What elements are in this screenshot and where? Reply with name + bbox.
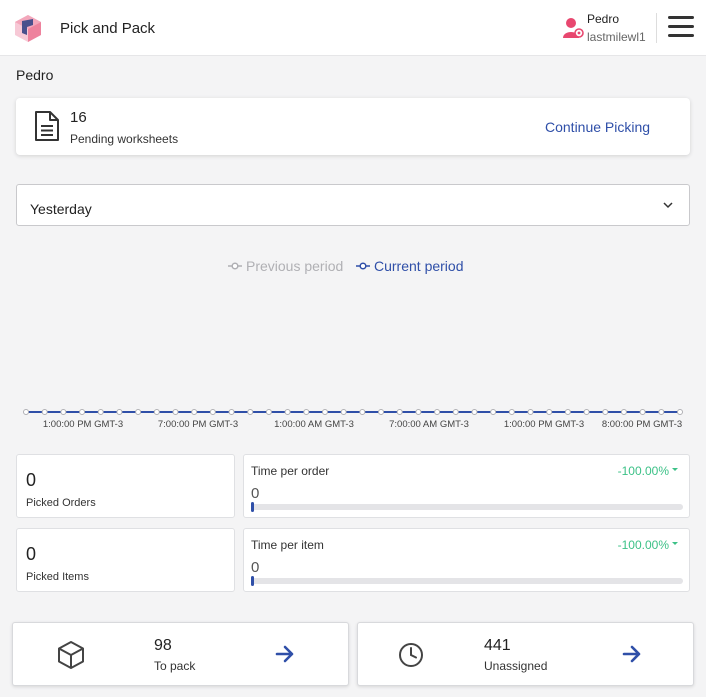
x-tick-label: 1:00:00 AM GMT-3 <box>274 419 354 430</box>
data-point[interactable] <box>583 409 590 415</box>
period-select[interactable]: Yesterday <box>16 184 690 226</box>
data-point[interactable] <box>620 409 627 415</box>
data-point[interactable] <box>677 409 683 415</box>
document-icon <box>35 111 59 141</box>
hamburger-menu-icon[interactable] <box>668 16 694 38</box>
data-point[interactable] <box>209 409 216 415</box>
data-point[interactable] <box>602 409 609 415</box>
data-point[interactable] <box>359 409 366 415</box>
picked-items-label: Picked Items <box>26 571 89 583</box>
user-subtitle: lastmilewl1 <box>587 30 646 44</box>
data-point[interactable] <box>60 409 67 415</box>
time-per-order-value: 0 <box>251 485 260 502</box>
time-per-item-title: Time per item <box>251 538 324 552</box>
legend-previous-period[interactable]: Previous period <box>228 258 343 274</box>
data-point[interactable] <box>41 409 48 415</box>
data-point[interactable] <box>79 409 86 415</box>
data-point[interactable] <box>116 409 123 415</box>
legend-current-marker-icon <box>356 262 370 270</box>
data-point[interactable] <box>247 409 254 415</box>
unassigned-value: 441 <box>484 637 511 654</box>
data-point[interactable] <box>23 409 29 415</box>
header-divider <box>656 13 657 43</box>
data-point[interactable] <box>508 409 515 415</box>
data-point[interactable] <box>303 409 310 415</box>
x-tick-label: 1:00:00 PM GMT-3 <box>504 419 584 430</box>
data-point[interactable] <box>191 409 198 415</box>
time-per-item-progress-marker <box>251 576 254 586</box>
continue-picking-button[interactable]: Continue Picking <box>545 119 650 135</box>
data-point[interactable] <box>284 409 291 415</box>
x-tick-label: 1:00:00 PM GMT-3 <box>43 419 123 430</box>
app-title: Pick and Pack <box>60 20 156 37</box>
legend-previous-marker-icon <box>228 262 242 270</box>
chevron-down-icon <box>663 202 673 209</box>
legend-previous-label: Previous period <box>246 258 344 274</box>
data-point[interactable] <box>639 409 646 415</box>
data-point[interactable] <box>415 409 422 415</box>
app-logo-icon[interactable] <box>13 13 43 43</box>
pending-label: Pending worksheets <box>70 132 179 146</box>
time-per-item-value: 0 <box>251 559 260 576</box>
time-per-order-card: Time per order -100.00% 0 <box>243 454 690 518</box>
legend-current-period[interactable]: Current period <box>356 258 464 274</box>
section-name: Pedro <box>16 67 54 83</box>
time-per-item-change: -100.00% <box>617 538 669 552</box>
data-point[interactable] <box>153 409 160 415</box>
data-point[interactable] <box>452 409 459 415</box>
clock-icon <box>399 643 423 667</box>
time-per-item-progress <box>251 578 683 584</box>
user-icon[interactable] <box>562 17 584 39</box>
data-point[interactable] <box>564 409 571 415</box>
box-icon <box>58 641 84 669</box>
data-point[interactable] <box>135 409 142 415</box>
arrow-right-icon[interactable] <box>275 645 295 663</box>
data-point[interactable] <box>378 409 385 415</box>
unassigned-label: Unassigned <box>484 659 548 673</box>
data-point[interactable] <box>321 409 328 415</box>
data-point[interactable] <box>546 409 553 415</box>
time-per-order-progress <box>251 504 683 510</box>
time-per-order-progress-marker <box>251 502 254 512</box>
user-name[interactable]: Pedro <box>587 12 619 26</box>
data-point[interactable] <box>490 409 497 415</box>
time-per-order-title: Time per order <box>251 464 330 478</box>
data-point[interactable] <box>658 409 665 415</box>
x-tick-label: 7:00:00 PM GMT-3 <box>158 419 238 430</box>
data-point[interactable] <box>340 409 347 415</box>
caret-down-icon <box>672 468 678 471</box>
picked-orders-label: Picked Orders <box>26 497 96 509</box>
data-point[interactable] <box>172 409 179 415</box>
data-point[interactable] <box>228 409 235 415</box>
top-bar: Pick and Pack Pedro lastmilewl1 <box>0 0 706 56</box>
time-per-order-change: -100.00% <box>617 464 669 478</box>
data-point[interactable] <box>434 409 441 415</box>
arrow-right-icon[interactable] <box>622 645 642 663</box>
time-per-item-card: Time per item -100.00% 0 <box>243 528 690 592</box>
data-point[interactable] <box>97 409 104 415</box>
data-point[interactable] <box>396 409 403 415</box>
legend-current-label: Current period <box>374 258 464 274</box>
to-pack-value: 98 <box>154 637 172 654</box>
picked-orders-card: 0 Picked Orders <box>16 454 235 518</box>
picked-items-value: 0 <box>26 544 37 564</box>
x-tick-label: 8:00:00 PM GMT-3 <box>602 419 682 430</box>
period-select-value: Yesterday <box>30 201 92 217</box>
activity-line-chart: 1:00:00 PM GMT-3 7:00:00 PM GMT-3 1:00:00 … <box>23 409 683 430</box>
pending-worksheets-card: 16 Pending worksheets Continue Picking <box>16 98 690 155</box>
x-tick-label: 7:00:00 AM GMT-3 <box>389 419 469 430</box>
unassigned-card[interactable]: 441 Unassigned <box>357 622 694 686</box>
to-pack-label: To pack <box>154 659 196 673</box>
data-point[interactable] <box>265 409 272 415</box>
pending-count: 16 <box>70 109 87 126</box>
picked-orders-value: 0 <box>26 470 37 490</box>
caret-down-icon <box>672 542 678 545</box>
picked-items-card: 0 Picked Items <box>16 528 235 592</box>
data-point[interactable] <box>471 409 478 415</box>
data-point[interactable] <box>527 409 534 415</box>
to-pack-card[interactable]: 98 To pack <box>12 622 349 686</box>
